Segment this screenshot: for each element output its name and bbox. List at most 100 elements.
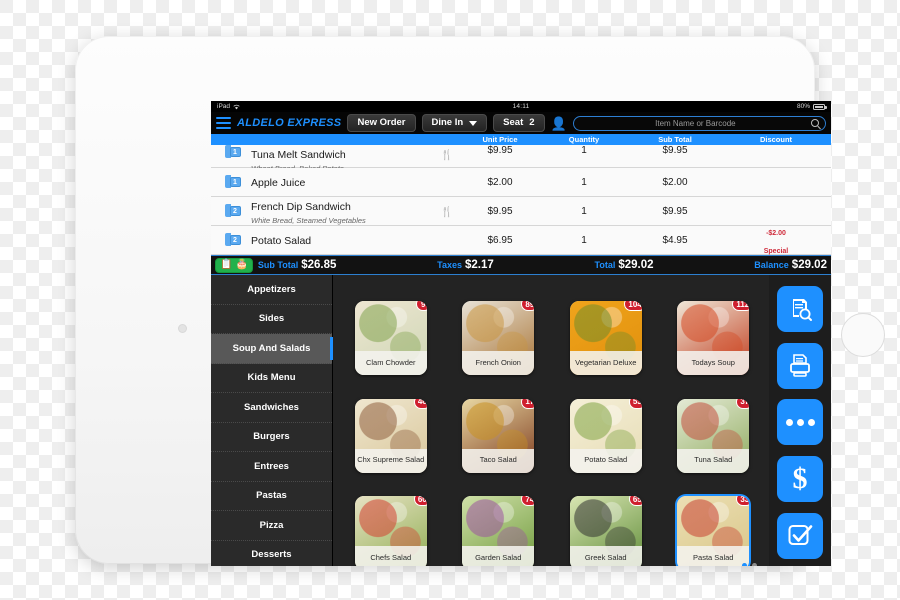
order-item-discount: -$2.00 Special (763, 230, 789, 255)
order-item-name: Apple Juice (251, 177, 306, 189)
menu-item-card[interactable]: Pasta Salad 33 (677, 496, 750, 566)
category-label: Sides (258, 313, 285, 325)
category-item-entrees[interactable]: Entrees (211, 452, 332, 482)
order-item-name: Potato Salad (251, 235, 312, 247)
menu-item-tile[interactable]: French Onion 89 (447, 281, 551, 376)
order-panel: Unit Price Quantity Sub Total Discount 1… (211, 134, 831, 255)
menu-item-card[interactable]: Clam Chowder 9 (354, 301, 427, 376)
front-camera (179, 325, 186, 332)
category-item-sandwiches[interactable]: Sandwiches (211, 393, 332, 423)
menu-item-card[interactable]: Greek Salad 65 (569, 496, 642, 566)
sub-total-value: $26.85 (301, 259, 337, 271)
menu-item-card[interactable]: Todays Soup 112 (677, 301, 750, 376)
order-item-name-cell: Apple Juice (251, 173, 433, 191)
total-display: Total $29.02 (595, 259, 654, 271)
menu-item-label: Chefs Salad (354, 546, 427, 566)
action-rail: $ (769, 275, 831, 566)
order-type-label: Dine In (431, 117, 464, 129)
seat-label: Seat (503, 117, 524, 129)
menu-item-tile[interactable]: Vegetarian Deluxe 104 (554, 281, 658, 376)
menu-item-tile[interactable]: Tuna Salad 37 (662, 378, 766, 473)
category-sidebar: Appetizers Sides Soup And Salads Kids Menu S… (211, 275, 333, 566)
close-order-check-icon[interactable] (777, 513, 823, 560)
category-label: Pastas (256, 490, 287, 502)
ipad-device-frame: iPad 14:11 80% ALDELO EXPRESS New Order … (75, 36, 885, 566)
menu-item-count-badge: 104 (624, 301, 642, 312)
status-clock: 14:11 (512, 103, 530, 110)
menu-item-card[interactable]: French Onion 89 (462, 301, 535, 376)
brand-logo: ALDELO EXPRESS (237, 117, 342, 129)
add-customer-icon[interactable]: 👤 (551, 117, 567, 130)
menu-item-card[interactable]: Taco Salad 17 (462, 398, 535, 473)
category-item-burgers[interactable]: Burgers (211, 423, 332, 452)
order-type-dropdown[interactable]: Dine In (421, 114, 488, 132)
menu-item-label: Clam Chowder (354, 351, 427, 376)
menu-item-tile[interactable]: Chefs Salad 60 (339, 476, 443, 566)
category-item-pizza[interactable]: Pizza (211, 511, 332, 541)
menu-item-count-badge: 74 (521, 496, 535, 506)
hamburger-menu-icon[interactable] (216, 116, 231, 130)
menu-item-card[interactable]: Chx Supreme Salad 46 (354, 398, 427, 473)
menu-item-label: Tuna Salad (677, 448, 750, 473)
menu-item-card[interactable]: Chefs Salad 60 (354, 496, 427, 566)
category-label: Appetizers (247, 283, 296, 295)
category-item-kids-menu[interactable]: Kids Menu (211, 364, 332, 393)
home-button[interactable] (841, 313, 885, 357)
page-dot[interactable] (742, 563, 747, 566)
menu-item-card[interactable]: Vegetarian Deluxe 104 (569, 301, 642, 376)
menu-item-tile[interactable]: Chx Supreme Salad 46 (339, 378, 443, 473)
order-item-sub-total: $9.95 (662, 145, 688, 156)
order-row[interactable]: 1 Apple Juice $2.00 1 $2.00 (211, 168, 831, 197)
print-receipt-icon[interactable] (777, 342, 823, 389)
menu-item-count-badge: 65 (628, 496, 642, 506)
page-indicator[interactable] (742, 563, 757, 566)
menu-item-card[interactable]: Tuna Salad 37 (677, 398, 750, 473)
order-item-alarm-icon: 🍴 (440, 150, 454, 161)
menu-item-tile[interactable]: Todays Soup 112 (662, 281, 766, 376)
order-info-button[interactable]: 📋 🎂 (215, 257, 253, 273)
menu-item-label: Greek Salad (569, 546, 642, 566)
search-input[interactable]: Item Name or Barcode (572, 115, 826, 131)
order-item-quantity: 1 (581, 234, 587, 246)
new-order-button[interactable]: New Order (347, 114, 416, 132)
menu-item-label: Taco Salad (462, 448, 535, 473)
order-row[interactable]: 1Tuna Melt SandwichWheat Bread, Baked Po… (211, 145, 831, 173)
order-item-alarm-icon: 🍴 (440, 207, 454, 218)
page-dot[interactable] (752, 563, 757, 566)
order-item-quantity: 1 (581, 205, 587, 217)
category-label: Entrees (254, 460, 289, 472)
receipt-lookup-icon[interactable] (777, 285, 823, 332)
battery-icon (813, 103, 827, 110)
menu-item-card[interactable]: Garden Salad 74 (462, 496, 535, 566)
order-item-unit-price: $6.95 (487, 234, 513, 246)
menu-item-tile[interactable]: Garden Salad 74 (447, 476, 551, 566)
taxes-display: Taxes $2.17 (437, 259, 494, 271)
menu-item-card[interactable]: Potato Salad 53 (569, 398, 642, 473)
sub-total-display: Sub Total $26.85 (258, 259, 337, 271)
receipt-info-icon: 📋 (220, 259, 233, 270)
menu-item-tile[interactable]: Taco Salad 17 (447, 378, 551, 473)
category-item-soup-and-salads[interactable]: Soup And Salads (211, 334, 333, 364)
menu-item-tile[interactable]: Clam Chowder 9 (339, 281, 443, 376)
category-item-appetizers[interactable]: Appetizers (211, 275, 332, 305)
menu-item-count-badge: 53 (628, 398, 642, 409)
category-item-desserts[interactable]: Desserts (211, 541, 332, 567)
taxes-label: Taxes (437, 260, 463, 270)
search-icon[interactable] (811, 119, 819, 127)
order-row[interactable]: 2 Potato Salad $6.95 1 $4.95 -$2.00 Special (211, 226, 831, 255)
seat-selector-button[interactable]: Seat 2 (493, 114, 545, 132)
more-options-icon[interactable] (777, 399, 823, 446)
order-item-unit-price: $9.95 (487, 205, 513, 217)
menu-item-tile[interactable]: Potato Salad 53 (554, 378, 658, 473)
category-item-sides[interactable]: Sides (211, 305, 332, 334)
balance-label: Balance (754, 260, 789, 270)
sub-total-label: Sub Total (257, 260, 299, 270)
order-item-name-cell: Potato Salad (251, 231, 433, 249)
category-item-pastas[interactable]: Pastas (211, 482, 332, 511)
order-rows: 1Tuna Melt SandwichWheat Bread, Baked Po… (211, 145, 831, 255)
ios-status-bar: iPad 14:11 80% (211, 101, 831, 112)
menu-item-tile[interactable]: Greek Salad 65 (554, 476, 658, 566)
menu-item-tile[interactable]: Pasta Salad 33 (662, 476, 766, 566)
payment-dollar-icon[interactable]: $ (777, 456, 823, 503)
search-placeholder: Item Name or Barcode (655, 118, 736, 128)
